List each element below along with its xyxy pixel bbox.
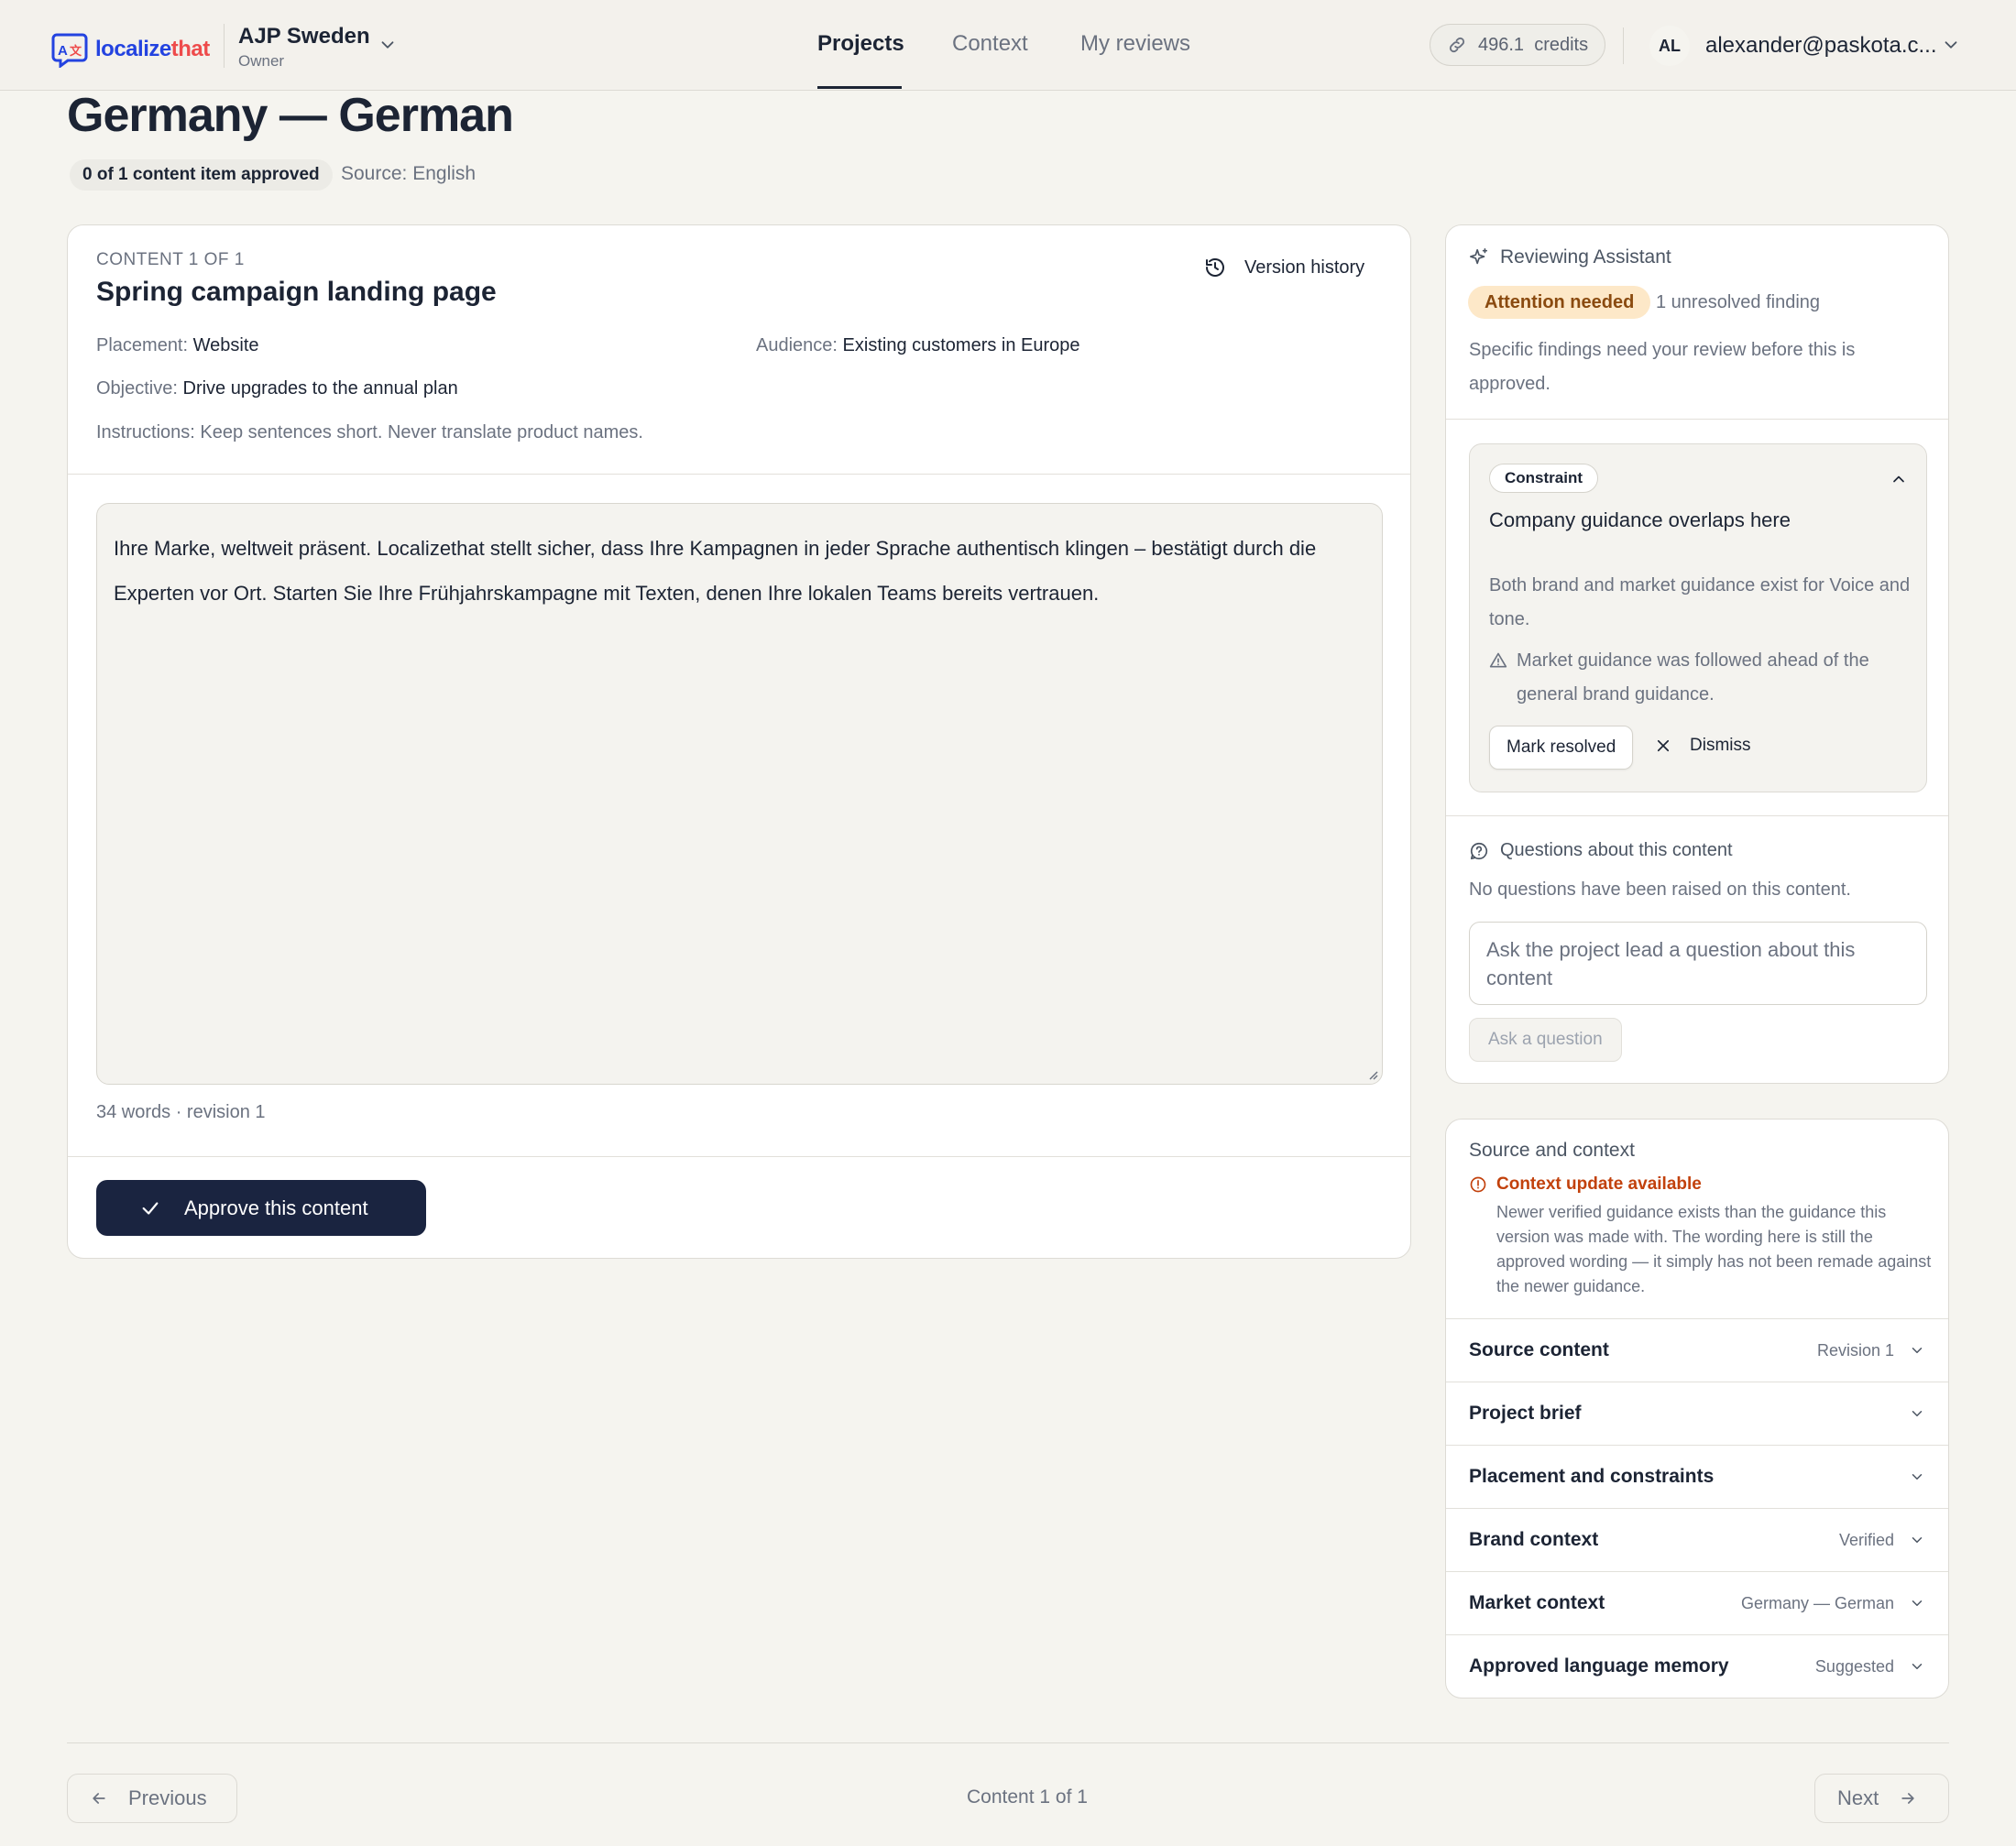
version-history-button[interactable]: Version history bbox=[1204, 257, 1364, 279]
chevron-down-icon bbox=[1912, 1474, 1923, 1480]
context-update-description: Newer verified guidance exists than the … bbox=[1496, 1203, 1932, 1295]
nav-context[interactable]: Context bbox=[952, 31, 1028, 57]
chevron-down-icon[interactable] bbox=[378, 35, 398, 55]
content-count: CONTENT 1 OF 1 bbox=[96, 250, 245, 269]
approve-content-button[interactable]: Approve this content bbox=[96, 1180, 426, 1236]
history-icon bbox=[1206, 258, 1224, 277]
placement-meta: Placement: Website bbox=[96, 335, 259, 355]
content-title: Spring campaign landing page bbox=[96, 277, 497, 307]
next-button[interactable]: Next bbox=[1814, 1774, 1949, 1823]
divider bbox=[1446, 419, 1948, 420]
questions-header: Questions about this content bbox=[1469, 840, 1733, 861]
org-name: AJP Sweden bbox=[238, 24, 370, 49]
pager-position: Content 1 of 1 bbox=[967, 1786, 1088, 1808]
audience-meta: Audience: Existing customers in Europe bbox=[756, 335, 1080, 355]
question-bubble-icon bbox=[1470, 842, 1488, 859]
divider bbox=[68, 474, 1410, 475]
accordion-project-brief[interactable]: Project brief bbox=[1446, 1382, 1948, 1445]
svg-text:文: 文 bbox=[70, 44, 82, 58]
footer-divider bbox=[67, 1742, 1949, 1743]
user-email[interactable]: alexander@paskota.c... bbox=[1705, 33, 1937, 59]
approval-status-badge: 0 of 1 content item approved bbox=[70, 159, 333, 191]
chevron-down-icon bbox=[1912, 1411, 1923, 1416]
finding-card: Constraint Company guidance overlaps her… bbox=[1469, 443, 1927, 792]
word-count: 34 words · revision 1 bbox=[96, 1102, 266, 1122]
finding-description: Both brand and market guidance exist for… bbox=[1489, 575, 1911, 629]
divider bbox=[1446, 815, 1948, 816]
assistant-description: Specific findings need your review befor… bbox=[1469, 340, 1856, 394]
divider bbox=[68, 1156, 1410, 1157]
resize-handle-icon[interactable] bbox=[1365, 1067, 1378, 1080]
accordion-market-context[interactable]: Market context Germany — German bbox=[1446, 1571, 1948, 1634]
attention-badge: Attention needed bbox=[1468, 286, 1651, 319]
arrow-left-icon bbox=[93, 1793, 105, 1804]
instructions-meta: Instructions: Keep sentences short. Neve… bbox=[96, 422, 643, 442]
question-placeholder: Ask the project lead a question about th… bbox=[1486, 938, 1856, 989]
accordion-placement-constraints[interactable]: Placement and constraints bbox=[1446, 1445, 1948, 1508]
context-header: Source and context bbox=[1469, 1140, 1635, 1161]
link-icon bbox=[1449, 37, 1465, 53]
dismiss-button[interactable]: Dismiss bbox=[1655, 736, 1751, 756]
header-divider bbox=[224, 24, 225, 68]
previous-button[interactable]: Previous bbox=[67, 1774, 237, 1823]
alert-circle-icon bbox=[1470, 1176, 1486, 1193]
chevron-down-icon[interactable] bbox=[1941, 35, 1961, 55]
nav-active-indicator bbox=[817, 86, 902, 89]
avatar[interactable]: AL bbox=[1649, 26, 1690, 66]
translation-editor[interactable]: Ihre Marke, weltweit präsent. Localizeth… bbox=[96, 503, 1383, 1085]
chevron-down-icon bbox=[1912, 1537, 1923, 1543]
question-input[interactable]: Ask the project lead a question about th… bbox=[1469, 922, 1927, 1005]
logo[interactable]: A 文 localizethat bbox=[51, 31, 210, 68]
context-update-alert: Context update available bbox=[1469, 1174, 1702, 1195]
credits-badge[interactable]: 496.1 credits bbox=[1430, 24, 1605, 66]
warning-triangle-icon bbox=[1489, 652, 1507, 668]
nav-my-reviews[interactable]: My reviews bbox=[1080, 31, 1190, 57]
accordion-brand-context[interactable]: Brand context Verified bbox=[1446, 1508, 1948, 1571]
header-divider bbox=[1623, 27, 1624, 64]
svg-text:A: A bbox=[58, 43, 68, 59]
finding-note: Market guidance was followed ahead of th… bbox=[1489, 644, 1911, 712]
content-card: CONTENT 1 OF 1 Spring campaign landing p… bbox=[67, 224, 1411, 1259]
chevron-up-icon[interactable] bbox=[1890, 470, 1908, 488]
credits-value: 496.1 credits bbox=[1478, 34, 1589, 55]
localizethat-logo-icon: A 文 bbox=[51, 33, 88, 68]
nav-projects[interactable]: Projects bbox=[817, 31, 904, 57]
top-bar: A 文 localizethat AJP Sweden Owner Projec… bbox=[0, 0, 2016, 91]
translation-text: Ihre Marke, weltweit präsent. Localizeth… bbox=[114, 537, 1317, 605]
close-icon bbox=[1657, 739, 1670, 752]
org-role: Owner bbox=[238, 52, 285, 70]
check-icon bbox=[142, 1201, 159, 1215]
finding-tag: Constraint bbox=[1489, 464, 1598, 493]
sparkles-icon bbox=[1470, 248, 1488, 265]
chevron-down-icon bbox=[1912, 1348, 1923, 1353]
finding-title: Company guidance overlaps here bbox=[1489, 508, 1791, 531]
objective-meta: Objective: Drive upgrades to the annual … bbox=[96, 378, 458, 399]
source-language: Source: English bbox=[341, 163, 477, 184]
reviewing-assistant-panel: Reviewing Assistant Attention needed 1 u… bbox=[1445, 224, 1949, 1084]
chevron-down-icon bbox=[1912, 1664, 1923, 1669]
page-title: Germany — German bbox=[67, 89, 514, 142]
chevron-down-icon bbox=[1912, 1600, 1923, 1606]
accordion-language-memory[interactable]: Approved language memory Suggested bbox=[1446, 1634, 1948, 1698]
accordion-source-content[interactable]: Source content Revision 1 bbox=[1446, 1318, 1948, 1382]
ask-question-button[interactable]: Ask a question bbox=[1469, 1018, 1622, 1062]
arrow-right-icon bbox=[1901, 1793, 1914, 1804]
assistant-header: Reviewing Assistant bbox=[1469, 246, 1671, 268]
unresolved-count: 1 unresolved finding bbox=[1656, 292, 1821, 312]
no-questions-text: No questions have been raised on this co… bbox=[1469, 879, 1851, 900]
mark-resolved-button[interactable]: Mark resolved bbox=[1489, 726, 1634, 770]
source-context-panel: Source and context Context update availa… bbox=[1445, 1119, 1949, 1699]
org-switcher[interactable]: AJP Sweden Owner bbox=[238, 24, 370, 71]
logo-wordmark: localizethat bbox=[95, 37, 210, 61]
